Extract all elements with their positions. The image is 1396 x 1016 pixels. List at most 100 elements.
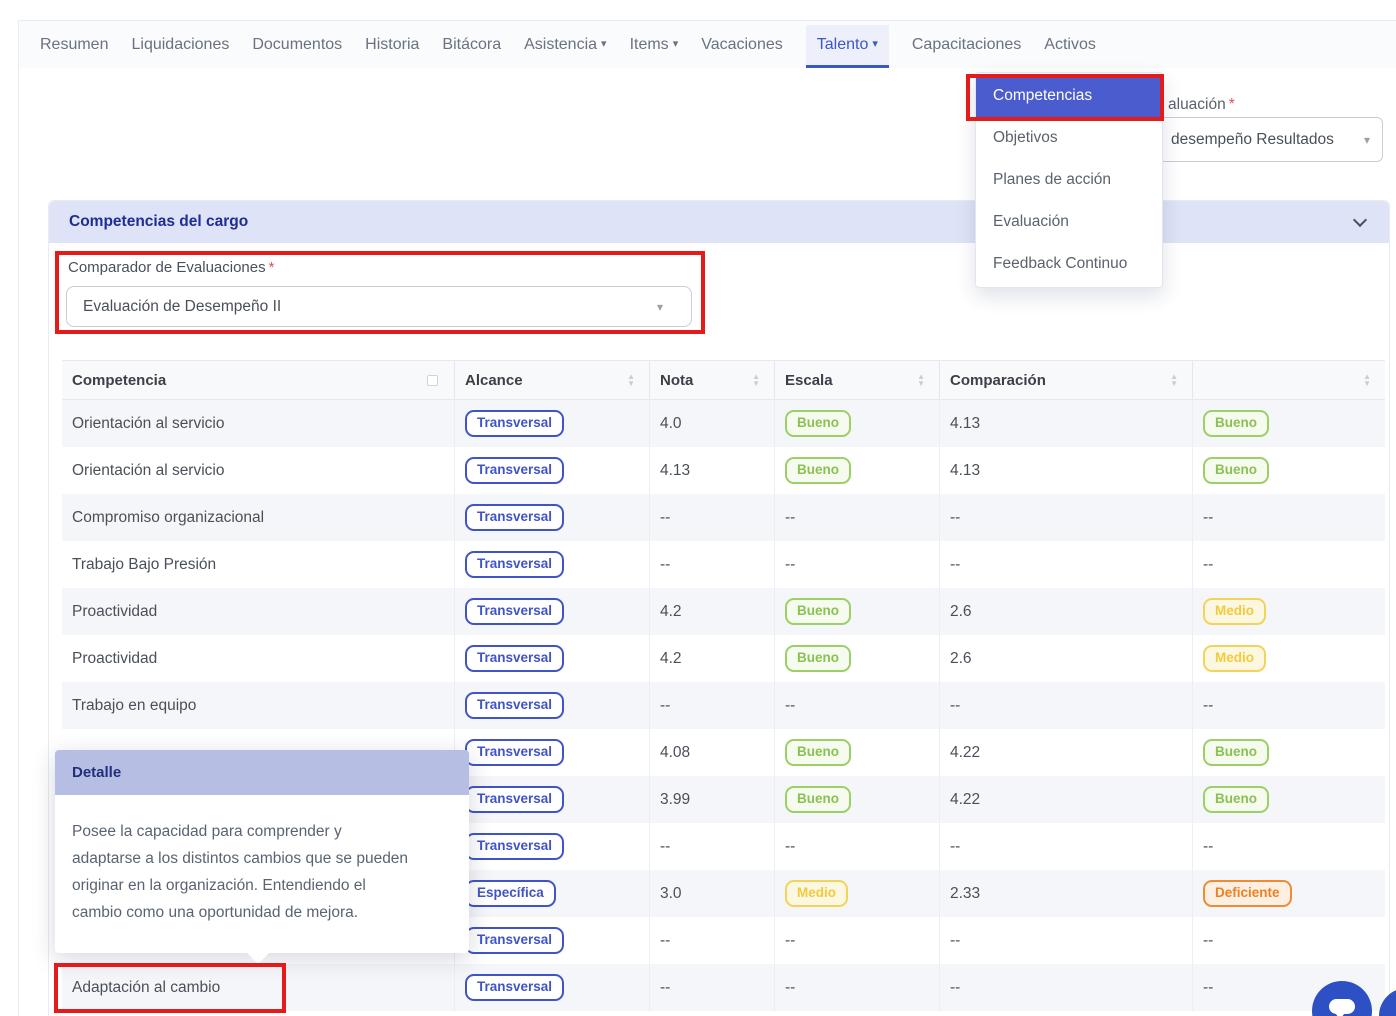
badge-bueno: Bueno [785,410,851,437]
required-asterisk: * [269,259,275,276]
sort-icon[interactable]: ▲▼ [752,373,760,387]
tab-resumen[interactable]: Resumen [40,36,108,54]
table-row[interactable]: Orientación al servicioTransversal4.13Bu… [62,447,1385,494]
alcance-cell: Transversal [455,682,650,729]
badge-transversal: Transversal [465,504,564,531]
alcance-cell: Transversal [455,823,650,870]
badge-medio: Medio [1203,598,1266,625]
escala-comparacion-cell: -- [1193,682,1385,729]
escala-comparacion-cell: Bueno [1193,447,1385,494]
menu-item-objetivos[interactable]: Objetivos [976,117,1162,159]
escala-comparacion-cell: Deficiente [1193,870,1385,917]
sort-icon[interactable]: ▲▼ [627,373,635,387]
column-header-empty[interactable]: ▲▼ [1193,361,1385,399]
badge-transversal: Transversal [465,974,564,1001]
table-row[interactable]: ProactividadTransversal4.2Bueno2.6Medio [62,588,1385,635]
table-row[interactable]: Orientación al servicioTransversal4.0Bue… [62,400,1385,447]
caret-down-icon: ▾ [1364,133,1370,147]
tab-documentos[interactable]: Documentos [252,36,342,54]
tab-capacitaciones[interactable]: Capacitaciones [912,36,1021,54]
tab-vacaciones[interactable]: Vacaciones [701,36,783,54]
column-header-competencia[interactable]: Competencia [62,361,455,399]
column-header-nota[interactable]: Nota ▲▼ [650,361,775,399]
comparacion-cell: -- [940,823,1193,870]
comparador-label: Comparador de Evaluaciones* [68,259,274,276]
table-row[interactable]: Adaptación al cambioTransversal-------- [62,964,1385,1011]
nota-cell: 4.2 [650,588,775,635]
comparador-select[interactable]: Evaluación de Desempeño II ▾ [66,286,692,327]
alcance-cell: Transversal [455,776,650,823]
chevron-down-icon[interactable] [1353,212,1367,226]
escala-cell: Bueno [775,400,940,447]
caret-down-icon: ▾ [657,300,663,314]
column-label: Competencia [72,372,166,389]
tab-items[interactable]: Items▾ [630,36,679,54]
required-asterisk: * [1229,96,1235,113]
column-label: Comparación [950,372,1046,389]
tab-activos[interactable]: Activos [1044,36,1096,54]
tab-talento[interactable]: Talento▾ [806,25,889,65]
nota-cell: -- [650,682,775,729]
badge-transversal: Transversal [465,551,564,578]
competencia-cell: Orientación al servicio [62,447,455,494]
alcance-cell: Transversal [455,917,650,964]
evaluacion-label-text: aluación [1168,96,1226,113]
checkbox-icon[interactable] [427,375,438,386]
escala-cell: -- [775,541,940,588]
tab-bitacora[interactable]: Bitácora [442,36,501,54]
escala-comparacion-cell: Bueno [1193,729,1385,776]
column-header-escala[interactable]: Escala ▲▼ [775,361,940,399]
nota-cell: 3.99 [650,776,775,823]
nota-cell: -- [650,494,775,541]
comparacion-cell: 4.13 [940,447,1193,494]
column-header-comparacion[interactable]: Comparación ▲▼ [940,361,1193,399]
comparacion-cell: -- [940,541,1193,588]
column-header-alcance[interactable]: Alcance ▲▼ [455,361,650,399]
escala-cell: -- [775,494,940,541]
table-row[interactable]: ProactividadTransversal4.2Bueno2.6Medio [62,635,1385,682]
panel-header[interactable]: Competencias del cargo [49,201,1389,243]
alcance-cell: Transversal [455,635,650,682]
column-label: Alcance [465,372,523,389]
table-row[interactable]: Trabajo en equipoTransversal-------- [62,682,1385,729]
competencia-cell: Trabajo Bajo Presión [62,541,455,588]
alcance-cell: Transversal [455,494,650,541]
menu-item-evaluacion[interactable]: Evaluación [976,201,1162,243]
competencia-cell: Trabajo en equipo [62,682,455,729]
badge-transversal: Transversal [465,739,564,766]
evaluacion-select[interactable]: desempeño Resultados ▾ [1140,117,1383,162]
badge-especifica: Específica [465,880,556,907]
comparacion-cell: 4.22 [940,729,1193,776]
competencia-cell: Orientación al servicio [62,400,455,447]
alcance-cell: Transversal [455,588,650,635]
tab-historia[interactable]: Historia [365,36,419,54]
escala-cell: -- [775,964,940,1011]
table-row[interactable]: Compromiso organizacionalTransversal----… [62,494,1385,541]
evaluacion-label: aluación* [1168,96,1235,114]
menu-item-planes-de-accion[interactable]: Planes de acción [976,159,1162,201]
tab-liquidaciones[interactable]: Liquidaciones [131,36,229,54]
badge-medio: Medio [1203,645,1266,672]
nota-cell: -- [650,541,775,588]
alcance-cell: Transversal [455,400,650,447]
escala-cell: Bueno [775,588,940,635]
column-label: Escala [785,372,833,389]
escala-cell: -- [775,917,940,964]
badge-bueno: Bueno [1203,457,1269,484]
chat-bubble-icon [1329,999,1355,1014]
tab-asistencia[interactable]: Asistencia▾ [524,36,606,54]
badge-bueno: Bueno [785,786,851,813]
badge-transversal: Transversal [465,410,564,437]
badge-transversal: Transversal [465,692,564,719]
menu-item-feedback-continuo[interactable]: Feedback Continuo [976,243,1162,285]
tab-label: Asistencia [524,36,597,53]
sort-icon[interactable]: ▲▼ [917,373,925,387]
sort-icon[interactable]: ▲▼ [1170,373,1178,387]
caret-down-icon: ▾ [872,38,878,50]
nota-cell: 4.13 [650,447,775,494]
sort-icon[interactable]: ▲▼ [1363,373,1371,387]
badge-bueno: Bueno [1203,786,1269,813]
menu-item-competencias[interactable]: Competencias [976,75,1162,117]
table-row[interactable]: Trabajo Bajo PresiónTransversal-------- [62,541,1385,588]
escala-comparacion-cell: -- [1193,917,1385,964]
